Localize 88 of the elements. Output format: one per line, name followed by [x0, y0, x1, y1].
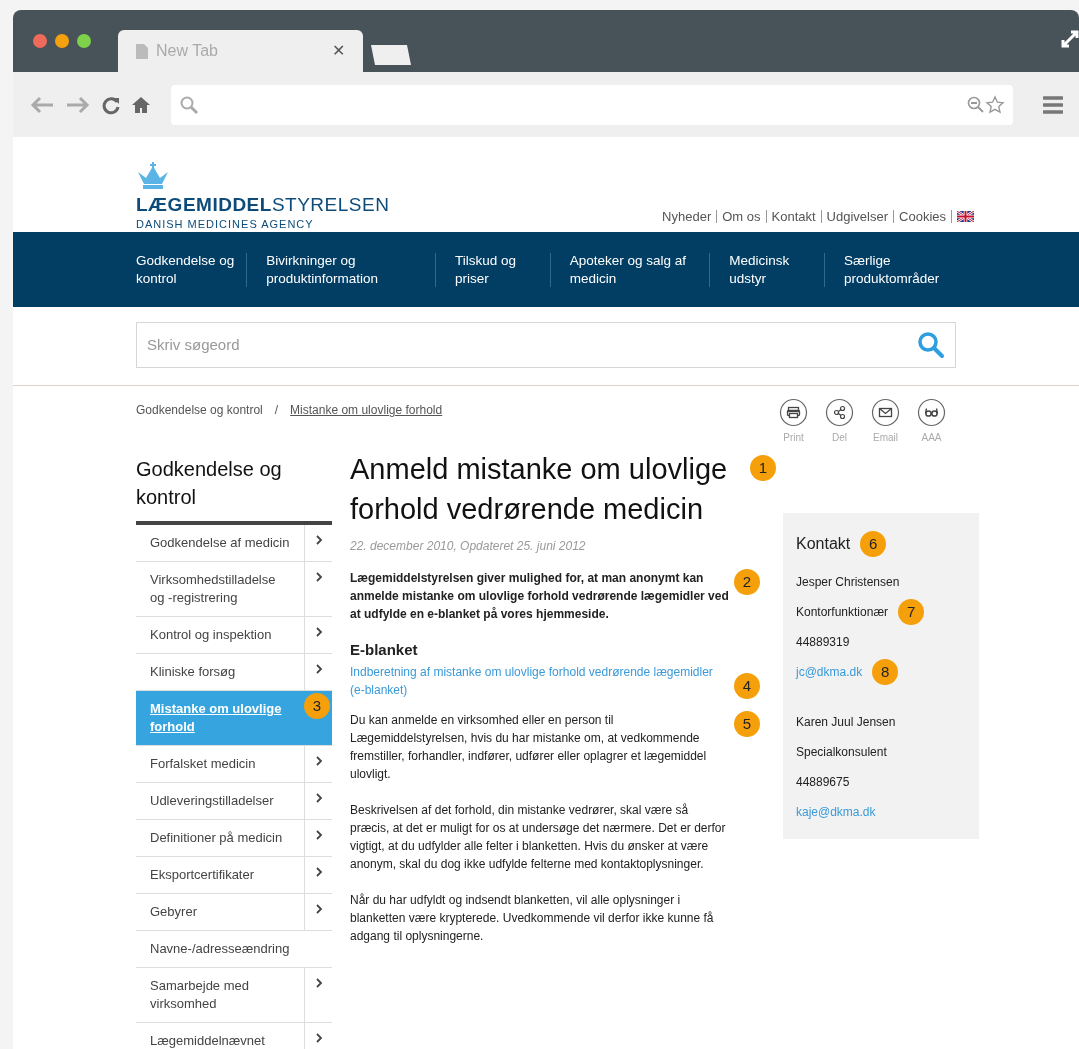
sidebar-item[interactable]: Virksomhedstilladelse og -registrering — [136, 562, 332, 617]
callout-badge: 5 — [734, 711, 760, 737]
sidebar-item[interactable]: Samarbejde med virksomhed — [136, 968, 332, 1023]
maximize-window-button[interactable] — [77, 34, 91, 48]
nav-link[interactable]: Særlige produktområder — [843, 251, 956, 288]
star-icon[interactable] — [985, 94, 1005, 115]
sidebar-item[interactable]: Eksportcertifikater — [136, 857, 332, 894]
site-logo-subtitle: DANISH MEDICINES AGENCY — [136, 216, 315, 232]
article-date: 22. december 2010, Opdateret 25. juni 2012 — [350, 538, 587, 555]
sidebar-item[interactable]: Definitioner på medicin — [136, 820, 332, 857]
fullscreen-icon[interactable] — [1059, 28, 1079, 50]
reload-icon[interactable] — [101, 94, 121, 115]
chevron-right-icon[interactable] — [314, 903, 323, 915]
sidebar-item[interactable]: Gebyrer — [136, 894, 332, 931]
callout-badge: 4 — [734, 673, 760, 699]
nav-link[interactable]: Bivirkninger og produktinformation — [266, 251, 436, 288]
tool-label: AAA — [921, 431, 942, 445]
sidebar-item[interactable]: Kontrol og inspektion — [136, 617, 332, 654]
callout-badge: 1 — [750, 455, 776, 481]
contact-name: Jesper Christensen — [796, 574, 900, 591]
search-field[interactable]: Skriv søgeord — [136, 322, 956, 368]
chevron-right-icon[interactable] — [314, 571, 323, 583]
section-heading: E-blanket — [350, 641, 419, 659]
tool-label: Del — [832, 431, 847, 445]
sidebar-item[interactable]: Udleveringstilladelser — [136, 783, 332, 820]
callout-badge: 6 — [860, 531, 887, 557]
glasses-icon[interactable] — [917, 398, 946, 427]
tool-label: Email — [873, 431, 898, 445]
close-tab-icon[interactable]: ✕ — [332, 39, 345, 63]
tool-label: Print — [783, 431, 804, 445]
body-paragraph: Når du har udfyldt og indsendt blanketten, vil alle oplysninger i blanketten være krypterede. Uvedkommende vil derfor ikke kunne få adgang til oplysningerne. — [350, 892, 715, 945]
body-paragraph: Beskrivelsen af det forhold, din mistanke vedrører, skal være så præcis, at det er muligt for os at undersøge det nærmere. Det er derfor vigtigt, at du udfylder alle felter i blanketten. Hvis du ønsker at være anonym, skal du dog ikke udfylde felterne med kontaktoplysninger. — [350, 802, 727, 873]
sidebar-item[interactable]: Kliniske forsøg — [136, 654, 332, 691]
breadcrumb-link[interactable]: Mistanke om ulovlige forhold — [290, 401, 443, 419]
callout-badge: 2 — [734, 569, 760, 595]
sidebar-item[interactable]: Mistanke om ulovlige forhold 3 — [136, 691, 332, 746]
chevron-right-icon[interactable] — [314, 866, 323, 878]
contact-role: Kontorfunktionær — [796, 604, 889, 621]
chevron-right-icon[interactable] — [314, 626, 323, 638]
chevron-right-icon[interactable] — [314, 755, 323, 767]
envelope-icon[interactable] — [871, 398, 900, 427]
site-logo-text[interactable]: LÆGEMIDDELSTYRELSEN — [136, 193, 390, 216]
breadcrumb-link[interactable]: Godkendelse og kontrol — [136, 401, 263, 419]
sidebar-item[interactable]: Forfalsket medicin — [136, 746, 332, 783]
callout-badge: 3 — [304, 693, 330, 719]
body-paragraph: Du kan anmelde en virksomhed eller en person til Lægemiddelstyrelsen, hvis du har mistanke om, at vedkommende fremstiller, forhandler, indfører, udfører eller oplagrer et lægemiddel ulovligt. — [350, 712, 708, 783]
callout-badge: 7 — [898, 599, 925, 625]
document-icon — [136, 43, 148, 59]
chevron-right-icon[interactable] — [314, 663, 323, 675]
minimize-window-button[interactable] — [55, 34, 69, 48]
nav-link[interactable]: Tilskud og priser — [455, 251, 550, 288]
contact-phone: 44889319 — [796, 634, 850, 651]
chevron-right-icon[interactable] — [314, 1032, 323, 1044]
contact-role: Specialkonsulent — [796, 744, 887, 761]
top-nav-link[interactable]: Kontakt — [771, 206, 816, 226]
crown-logo-icon — [136, 161, 170, 190]
menu-icon[interactable] — [1043, 95, 1063, 114]
article-title: Anmeld mistanke om ulovlige forhold vedrørende medicin — [350, 452, 729, 527]
uk-flag-icon[interactable] — [957, 210, 974, 222]
chevron-right-icon[interactable] — [314, 829, 323, 841]
top-nav-link[interactable]: Nyheder — [662, 206, 712, 226]
printer-icon[interactable] — [779, 398, 808, 427]
new-tab-button[interactable] — [369, 43, 413, 67]
intro-paragraph: Lægemiddelstyrelsen giver mulighed for, at man anonymt kan anmelde mistanke om ulovlige forhold vedrørende lægemidler ved at udfylde en e-blanket på vores hjemmeside. — [350, 570, 730, 623]
top-nav-link[interactable]: Udgivelser — [826, 206, 889, 226]
top-nav-link[interactable]: Cookies — [899, 206, 946, 226]
search-input[interactable]: Skriv søgeord — [147, 333, 917, 357]
browser-tab[interactable]: New Tab ✕ — [118, 30, 363, 72]
breadcrumb-separator: / — [274, 402, 279, 419]
share-icon[interactable] — [825, 398, 854, 427]
close-window-button[interactable] — [33, 34, 47, 48]
search-icon — [179, 94, 199, 115]
sidebar-item[interactable]: Godkendelse af medicin — [136, 525, 332, 562]
nav-link[interactable]: Godkendelse og kontrol — [136, 251, 247, 288]
top-nav-link[interactable]: Om os — [722, 206, 761, 226]
chevron-right-icon[interactable] — [314, 792, 323, 804]
chevron-right-icon[interactable] — [314, 977, 323, 989]
zoom-out-icon[interactable] — [967, 95, 985, 114]
nav-link[interactable]: Apoteker og salg af medicin — [569, 251, 710, 288]
contact-heading: Kontakt — [796, 534, 851, 554]
contact-name: Karen Juul Jensen — [796, 714, 896, 731]
callout-badge: 8 — [872, 659, 899, 685]
contact-phone: 44889675 — [796, 774, 850, 791]
nav-link[interactable]: Medicinsk udstyr — [729, 251, 825, 288]
home-icon[interactable] — [131, 94, 151, 115]
chevron-right-icon[interactable] — [314, 534, 323, 546]
tab-title: New Tab — [156, 41, 219, 61]
search-icon[interactable] — [917, 331, 945, 359]
